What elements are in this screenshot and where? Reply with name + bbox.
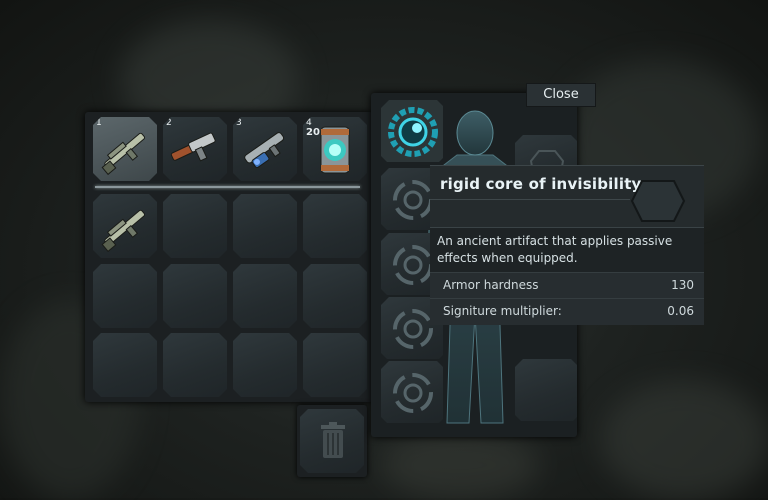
backpack-slot[interactable]	[163, 333, 227, 397]
rifle-icon	[101, 132, 145, 176]
backpack-slot[interactable]	[233, 264, 297, 328]
backpack-slot[interactable]	[163, 194, 227, 258]
backpack-slot[interactable]	[163, 264, 227, 328]
ring-slot[interactable]	[381, 361, 443, 423]
stat-label: Armor hardness	[443, 278, 539, 292]
stat-value: 130	[671, 278, 694, 292]
hotbar-divider	[95, 186, 360, 188]
item-title: rigid core of invisibility	[440, 175, 642, 193]
hotbar-slot-3[interactable]: 3	[233, 117, 297, 181]
trash-icon	[321, 422, 345, 458]
item-description-text: An ancient artifact that applies passive…	[437, 234, 673, 265]
backpack-slot[interactable]	[93, 264, 157, 328]
trash-drop-area[interactable]	[300, 409, 364, 473]
backpack-slot[interactable]	[303, 333, 367, 397]
plasma-gun-icon	[244, 132, 285, 169]
tooltip-rule	[430, 199, 630, 200]
backpack-slot[interactable]	[233, 194, 297, 258]
stat-value: 0.06	[667, 304, 694, 318]
item-type-hex-icon	[630, 180, 686, 222]
hotbar-slot-2[interactable]: 2	[163, 117, 227, 181]
tooltip-header: rigid core of invisibility	[430, 165, 704, 228]
artifact-core-icon	[388, 107, 438, 157]
stat-row: Armor hardness 130	[430, 272, 704, 299]
item-description: An ancient artifact that applies passive…	[430, 227, 704, 272]
item-tooltip: rigid core of invisibility An ancient ar…	[430, 165, 704, 325]
hotbar-slot-1[interactable]: 1	[93, 117, 157, 181]
energy-cell-icon	[320, 126, 350, 174]
trash-slot[interactable]	[297, 405, 367, 477]
backpack-slot[interactable]	[93, 194, 157, 258]
shotgun-icon	[170, 132, 216, 162]
backpack-slot[interactable]	[303, 264, 367, 328]
close-button[interactable]: Close	[526, 83, 596, 107]
rifle-icon	[101, 209, 145, 253]
inventory-panel: 1 2 3 4 20	[85, 112, 373, 402]
backpack-slot[interactable]	[303, 194, 367, 258]
artifact-slot[interactable]	[381, 100, 443, 162]
backpack-slot[interactable]	[93, 333, 157, 397]
stat-label: Signiture multiplier:	[443, 304, 562, 318]
boots-slot[interactable]	[515, 359, 577, 421]
stat-row: Signiture multiplier: 0.06	[430, 298, 704, 325]
backpack-slot[interactable]	[233, 333, 297, 397]
ring-slot-icon	[393, 373, 433, 413]
hotbar-slot-4[interactable]: 4 20	[303, 117, 367, 181]
